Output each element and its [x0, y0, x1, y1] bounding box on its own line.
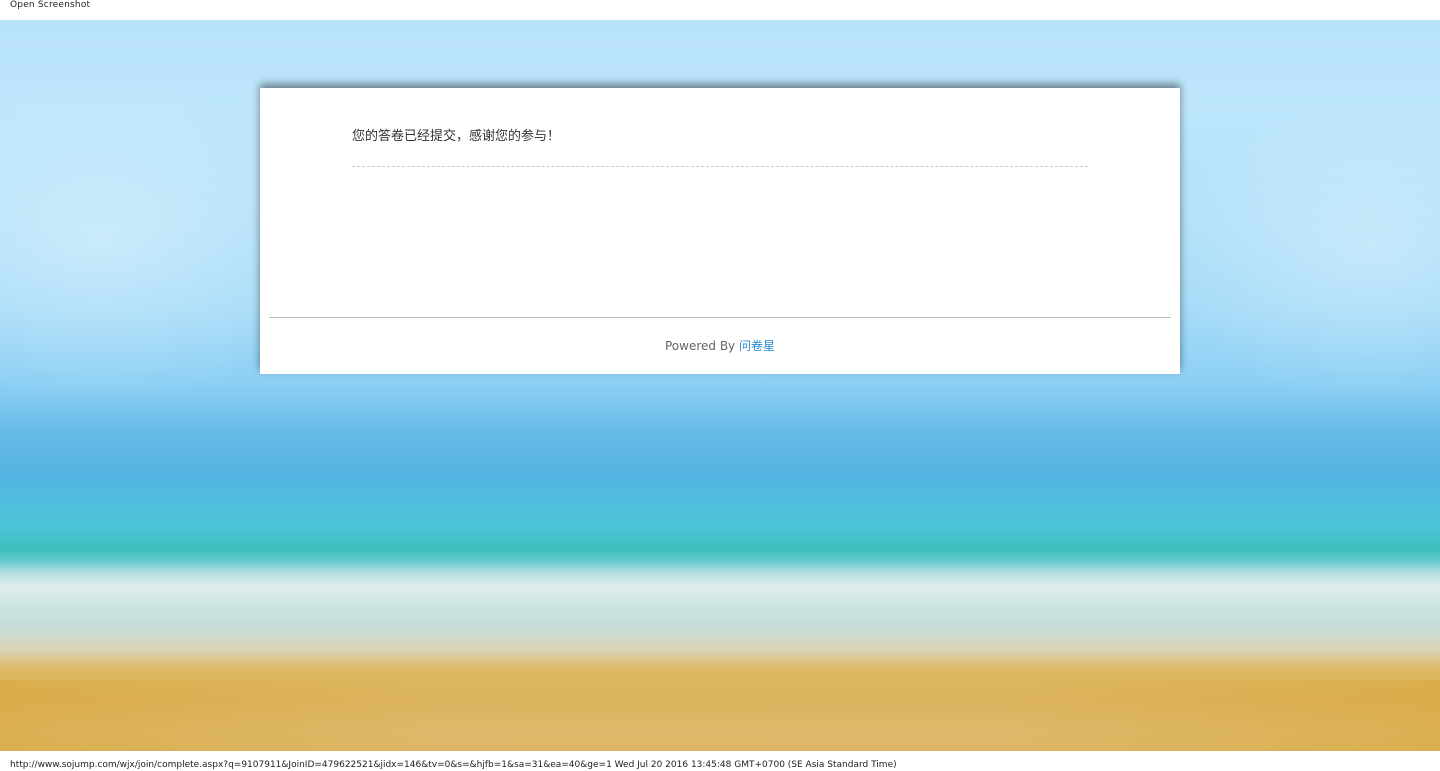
beach-background: 您的答卷已经提交，感谢您的参与！ Powered By 问卷星 — [0, 20, 1440, 751]
open-screenshot-link[interactable]: Open Screenshot — [10, 0, 90, 11]
footer-divider — [269, 317, 1171, 318]
status-line: http://www.sojump.com/wjx/join/complete.… — [10, 760, 897, 771]
page-url: http://www.sojump.com/wjx/join/complete.… — [10, 760, 612, 770]
status-bar: http://www.sojump.com/wjx/join/complete.… — [0, 751, 1440, 771]
sky-haze — [1150, 100, 1440, 400]
dashed-divider — [352, 166, 1088, 167]
foam-band — [0, 565, 1440, 610]
submission-message: 您的答卷已经提交，感谢您的参与！ — [352, 129, 561, 144]
wave-band — [0, 530, 1440, 570]
wenjuanxing-link[interactable]: 问卷星 — [739, 339, 775, 353]
sand-shade — [0, 680, 1440, 751]
survey-complete-card: 您的答卷已经提交，感谢您的参与！ Powered By 问卷星 — [260, 88, 1180, 374]
powered-by-footer: Powered By 问卷星 — [260, 338, 1180, 354]
powered-by-label: Powered By — [664, 339, 736, 353]
top-toolbar: Open Screenshot — [0, 0, 1440, 20]
capture-timestamp: Wed Jul 20 2016 13:45:48 GMT+0700 (SE As… — [614, 760, 897, 770]
